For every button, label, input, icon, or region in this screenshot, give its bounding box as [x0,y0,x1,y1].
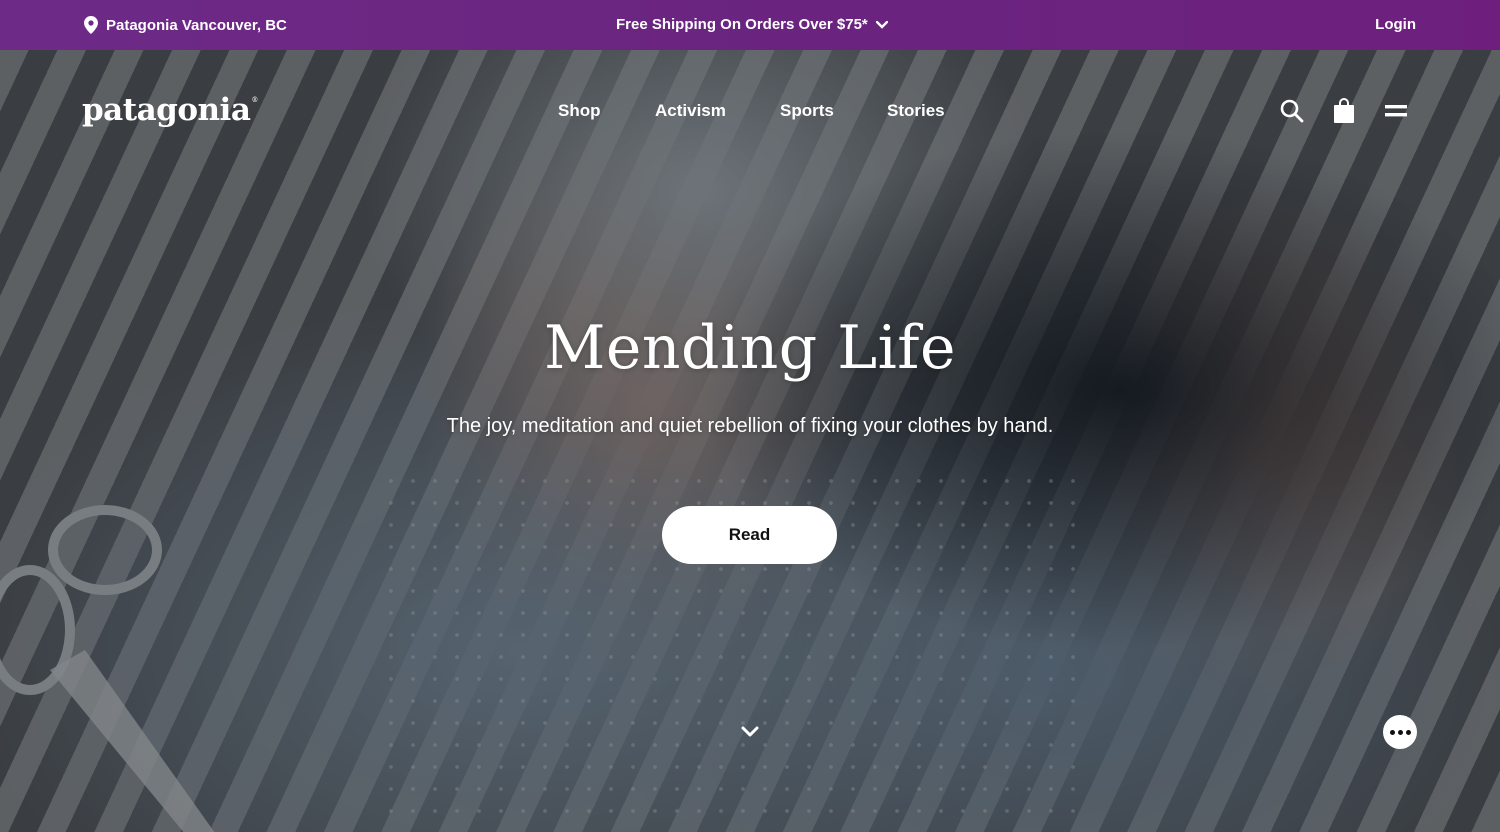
main-nav: Shop Activism Sports Stories [0,101,1500,125]
login-link[interactable]: Login [1375,16,1416,33]
promo-bar: Patagonia Vancouver, BC Free Shipping On… [0,0,1500,50]
location-pin-icon [84,16,98,34]
menu-icon[interactable] [1383,98,1409,124]
chat-more-button[interactable] [1383,715,1417,749]
scroll-down-chevron-icon[interactable] [740,724,760,740]
chat-dot-icon [1405,729,1411,735]
free-shipping-label: Free Shipping On Orders Over $75* [616,16,868,33]
free-shipping-dropdown[interactable]: Free Shipping On Orders Over $75* [616,16,888,33]
chevron-down-icon [875,20,888,29]
store-location-link[interactable]: Patagonia Vancouver, BC [84,16,287,34]
nav-stories[interactable]: Stories [887,101,945,121]
nav-sports[interactable]: Sports [780,101,834,121]
nav-activism[interactable]: Activism [655,101,726,121]
chat-dot-icon [1397,729,1403,735]
search-icon[interactable] [1279,98,1305,124]
store-location-label: Patagonia Vancouver, BC [106,16,287,34]
nav-shop[interactable]: Shop [558,101,601,121]
chat-dot-icon [1389,729,1395,735]
hero-title: Mending Life [543,313,957,383]
hero-subtitle: The joy, meditation and quiet rebellion … [446,415,1054,437]
read-button[interactable]: Read [662,506,837,564]
shopping-bag-icon[interactable] [1331,98,1357,124]
